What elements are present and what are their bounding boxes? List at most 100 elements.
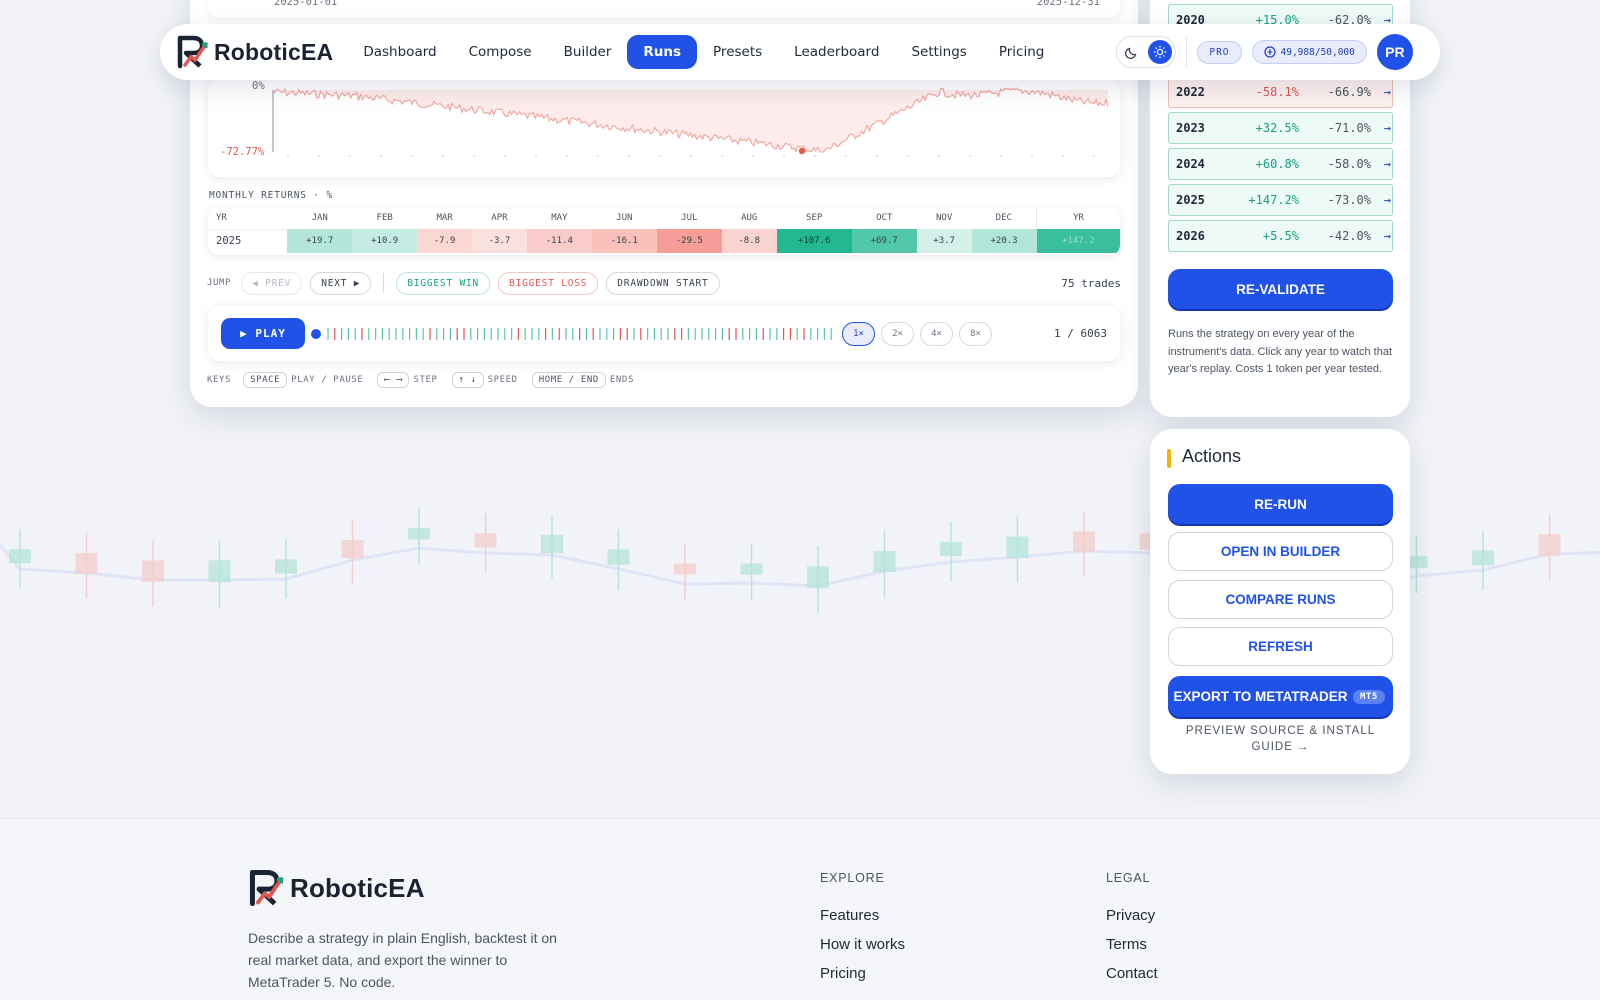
speed-1x-button[interactable]: 1× xyxy=(842,322,875,346)
nav-links: Dashboard Compose Builder Runs Presets Leader… xyxy=(347,35,1060,69)
prev-button[interactable]: ◀ PREV xyxy=(241,271,303,295)
theme-toggle[interactable] xyxy=(1116,36,1177,68)
year-drawdown: -58.0% xyxy=(1327,157,1371,171)
footer-brand-name: RoboticEA xyxy=(290,872,425,903)
nav-link-compose[interactable]: Compose xyxy=(453,35,548,69)
footer-legal-link-privacy[interactable]: Privacy xyxy=(1106,907,1158,924)
explore-heading: EXPLORE xyxy=(820,871,885,885)
month-header: JUL xyxy=(681,213,698,223)
year-label: 2024 xyxy=(1176,157,1205,171)
year-drawdown: -73.0% xyxy=(1327,193,1371,207)
speed-hint: SPEED xyxy=(487,375,518,385)
month-return-cell: -8.8 xyxy=(721,229,777,253)
ends-hint: ENDS xyxy=(609,375,634,385)
equity-date-start: 2025-01-01 xyxy=(274,0,338,8)
speed-4x-button[interactable]: 4× xyxy=(920,322,953,346)
speed-2x-button[interactable]: 2× xyxy=(881,322,914,346)
export-metatrader-button[interactable]: EXPORT TO METATRADER MT5 xyxy=(1168,676,1393,717)
month-return-cell: +20.3 xyxy=(971,229,1037,253)
biggest-win-button[interactable]: BIGGEST WIN xyxy=(396,271,491,295)
nav-link-presets[interactable]: Presets xyxy=(697,35,778,69)
token-count: 49,988/50,000 xyxy=(1280,46,1355,58)
month-header: JAN xyxy=(311,213,328,223)
year-row-2025[interactable]: 2025 +147.2% -73.0% → xyxy=(1168,184,1393,216)
year-label: 2025 xyxy=(1176,193,1205,207)
arrow-right-icon: → xyxy=(1383,157,1391,171)
rerun-button[interactable]: RE-RUN xyxy=(1168,484,1393,524)
footer-tagline: Describe a strategy in plain English, ba… xyxy=(248,930,557,990)
month-return-cell: +107.6 xyxy=(776,229,852,253)
year-drawdown: -42.0% xyxy=(1327,229,1371,243)
up-down-keys: ↑ ↓ xyxy=(451,372,484,388)
month-return-cell: +19.7 xyxy=(287,229,353,253)
year-row-2023[interactable]: 2023 +32.5% -71.0% → xyxy=(1168,112,1393,144)
token-balance[interactable]: 49,988/50,000 xyxy=(1251,40,1367,64)
footer-explore-link-how-it-works[interactable]: How it works xyxy=(820,936,905,953)
equity-date-end: 2025-12-31 xyxy=(1036,0,1100,8)
arrow-keys: ⟵ ⟶ xyxy=(377,372,410,388)
compare-runs-button[interactable]: COMPARE RUNS xyxy=(1168,580,1393,619)
year-label: 2023 xyxy=(1176,121,1205,135)
month-header: MAR xyxy=(436,213,453,223)
refresh-button[interactable]: REFRESH xyxy=(1168,627,1393,666)
trade-timeline[interactable] xyxy=(310,324,840,344)
year-drawdown: -66.9% xyxy=(1327,85,1371,99)
home-end-keys: HOME / END xyxy=(531,372,606,388)
month-return-cell: -29.5 xyxy=(656,229,722,253)
revalidate-button[interactable]: RE-VALIDATE xyxy=(1168,269,1393,309)
month-return-cell: +10.9 xyxy=(352,229,418,253)
sun-icon[interactable] xyxy=(1148,40,1173,64)
nav-link-leaderboard[interactable]: Leaderboard xyxy=(778,35,895,69)
avatar[interactable]: PR xyxy=(1376,34,1413,70)
year-row-2024[interactable]: 2024 +60.8% -58.0% → xyxy=(1168,148,1393,180)
footer-explore-link-features[interactable]: Features xyxy=(820,907,905,924)
open-in-builder-button[interactable]: OPEN IN BUILDER xyxy=(1168,532,1393,571)
year-return: +5.5% xyxy=(1262,229,1299,243)
footer-explore-link-pricing[interactable]: Pricing xyxy=(820,965,905,982)
year-row-2022[interactable]: 2022 -58.1% -66.9% → xyxy=(1168,76,1393,108)
year-return: +32.5% xyxy=(1255,121,1299,135)
year-total-cell: +147.2 xyxy=(1036,229,1120,253)
year-return: +60.8% xyxy=(1255,157,1299,171)
speed-8x-button[interactable]: 8× xyxy=(959,322,992,346)
play-button[interactable]: ▶ PLAY xyxy=(221,318,305,349)
revalidate-description: Runs the strategy on every year of the i… xyxy=(1168,328,1393,375)
preview-source-link[interactable]: PREVIEW SOURCE & INSTALL GUIDE → xyxy=(1183,723,1378,755)
biggest-loss-button[interactable]: BIGGEST LOSS xyxy=(498,271,599,295)
replay-player: ▶ PLAY 1× 2× 4× 8× 1 / 6063 xyxy=(208,306,1120,361)
month-header: DEC xyxy=(995,213,1012,223)
year-total-header: YR xyxy=(1036,207,1120,229)
replay-position: 1 / 6063 xyxy=(1054,327,1107,340)
explore-links: Features How it works Pricing xyxy=(820,907,905,994)
footer-legal-link-contact[interactable]: Contact xyxy=(1106,965,1158,982)
month-return-cell: -16.1 xyxy=(591,229,657,253)
nav-link-dashboard[interactable]: Dashboard xyxy=(347,35,452,69)
footer-legal-link-terms[interactable]: Terms xyxy=(1106,936,1158,953)
equity-chart: 2025-01-01 2025-12-31 xyxy=(208,0,1120,18)
year-cell: 2025 xyxy=(208,228,288,253)
footer-logo[interactable]: RoboticEA xyxy=(248,869,425,907)
arrow-right-icon: → xyxy=(1383,229,1391,243)
drawdown-curve xyxy=(272,87,1109,157)
month-header: OCT xyxy=(876,213,893,223)
year-label: 2022 xyxy=(1176,85,1205,99)
nav-link-pricing[interactable]: Pricing xyxy=(983,35,1061,69)
next-button[interactable]: NEXT ▶ xyxy=(310,271,372,295)
year-drawdown: -71.0% xyxy=(1327,121,1371,135)
nav-link-settings[interactable]: Settings xyxy=(895,35,982,69)
jump-label: JUMP xyxy=(207,278,232,288)
brand-logo[interactable]: RoboticEA xyxy=(176,35,333,69)
nav-link-runs[interactable]: Runs xyxy=(627,35,698,69)
monthly-returns-table: YR JAN FEB MAR APR MAY JUN JUL AUG SEP OCT NOV DEC YR… xyxy=(208,207,1120,255)
month-header: AUG xyxy=(741,213,758,223)
keys-label: KEYS xyxy=(207,375,232,385)
drawdown-start-button[interactable]: DRAWDOWN START xyxy=(606,271,720,295)
arrow-right-icon: → xyxy=(1383,193,1391,207)
site-footer: RoboticEA Describe a strategy in plain E… xyxy=(0,818,1600,1000)
year-row-2026[interactable]: 2026 +5.5% -42.0% → xyxy=(1168,220,1393,252)
legal-heading: LEGAL xyxy=(1106,871,1151,885)
moon-icon[interactable] xyxy=(1120,40,1144,64)
nav-link-builder[interactable]: Builder xyxy=(548,35,628,69)
month-return-cell: +3.7 xyxy=(916,229,972,253)
mt5-badge: MT5 xyxy=(1353,689,1385,704)
